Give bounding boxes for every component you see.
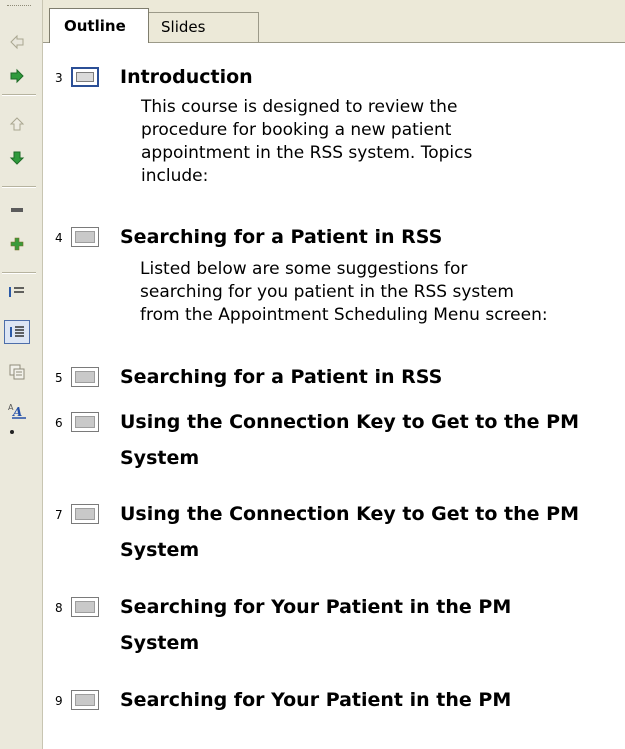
toolbar-grip[interactable] [7, 5, 31, 9]
slide-icon[interactable] [71, 367, 99, 387]
tab-slides[interactable]: Slides [147, 12, 259, 42]
svg-text:A: A [12, 405, 22, 419]
title-line: System [120, 632, 200, 654]
title-line: Using the Connection Key to Get to the P… [120, 411, 579, 433]
slide-title[interactable]: Using the Connection Key to Get to the P… [120, 496, 625, 568]
outline-pane[interactable]: 3 Introduction This course is designed t… [43, 43, 625, 749]
expand-all-icon[interactable] [4, 320, 30, 344]
expand-icon[interactable] [4, 232, 30, 256]
tab-outline[interactable]: Outline [49, 8, 149, 43]
slide-number: 7 [55, 508, 63, 522]
toolbar-more-icon[interactable] [10, 430, 14, 434]
slide-number: 9 [55, 694, 63, 708]
slide-icon[interactable] [71, 504, 99, 524]
slide-title[interactable]: Using the Connection Key to Get to the P… [120, 404, 625, 476]
slide-body[interactable]: Listed below are some suggestions for se… [140, 258, 624, 327]
slide-number: 5 [55, 371, 63, 385]
slide-icon[interactable] [71, 597, 99, 617]
slide-number: 3 [55, 71, 63, 85]
move-up-icon[interactable] [4, 112, 30, 136]
slide-body[interactable]: This course is designed to review the pr… [141, 96, 625, 188]
demote-icon[interactable] [4, 64, 30, 88]
slide-icon[interactable] [71, 412, 99, 432]
body-line: include: [141, 166, 209, 186]
summary-slide-icon[interactable] [4, 360, 30, 384]
slide-number: 8 [55, 601, 63, 615]
title-line: System [120, 539, 200, 561]
show-formatting-icon[interactable]: AA [4, 398, 30, 422]
collapse-icon[interactable] [4, 198, 30, 222]
slide-icon[interactable] [71, 690, 99, 710]
collapse-all-icon[interactable] [4, 280, 30, 304]
body-line: Listed below are some suggestions for [140, 259, 468, 279]
body-line: procedure for booking a new patient [141, 120, 452, 140]
title-line: Searching for Your Patient in the PM [120, 596, 512, 618]
promote-icon[interactable] [4, 30, 30, 54]
outlining-toolbar: AA [0, 0, 43, 749]
title-line: Using the Connection Key to Get to the P… [120, 503, 579, 525]
body-line: This course is designed to review the [141, 97, 458, 117]
body-line: appointment in the RSS system. Topics [141, 143, 473, 163]
pane-tabs: Slides Outline [43, 0, 625, 43]
title-line: System [120, 447, 200, 469]
slide-title[interactable]: Introduction [120, 59, 625, 95]
slide-number: 4 [55, 231, 63, 245]
slide-icon[interactable] [71, 67, 99, 87]
slide-icon[interactable] [71, 227, 99, 247]
move-down-icon[interactable] [4, 146, 30, 170]
slide-title[interactable]: Searching for Your Patient in the PM [120, 682, 625, 718]
body-line: searching for you patient in the RSS sys… [140, 282, 514, 302]
slide-title[interactable]: Searching for a Patient in RSS [120, 359, 625, 395]
slide-title[interactable]: Searching for Your Patient in the PM Sys… [120, 589, 625, 661]
slide-title[interactable]: Searching for a Patient in RSS [120, 219, 625, 255]
body-line: from the Appointment Scheduling Menu scr… [140, 305, 548, 325]
slide-number: 6 [55, 416, 63, 430]
